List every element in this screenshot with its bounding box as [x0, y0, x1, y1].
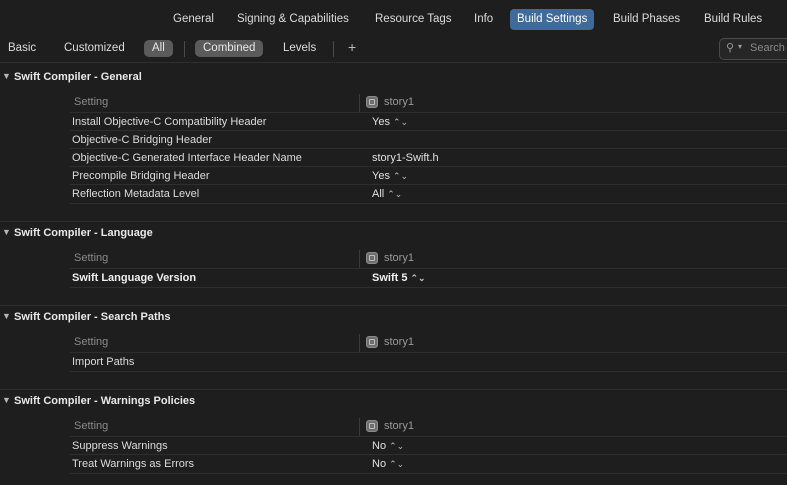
combined-view-button[interactable]: Combined: [195, 40, 264, 57]
column-divider: [359, 418, 360, 436]
setting-name: Install Objective-C Compatibility Header: [72, 116, 267, 128]
tab-build-phases[interactable]: Build Phases: [606, 9, 687, 30]
section-header[interactable]: ▼ Swift Compiler - Search Paths: [0, 308, 787, 328]
column-header-row: Setting story1: [70, 250, 787, 268]
add-setting-button[interactable]: +: [348, 39, 356, 55]
search-placeholder: Search: [750, 42, 785, 54]
disclosure-triangle-icon[interactable]: ▼: [2, 227, 11, 237]
setting-row[interactable]: Objective-C Generated Interface Header N…: [70, 148, 787, 167]
search-field[interactable]: ⚲ ▾ Search: [719, 38, 787, 60]
tab-build-rules[interactable]: Build Rules: [697, 9, 769, 30]
setting-row[interactable]: Suppress Warnings No ⌃⌄: [70, 436, 787, 455]
setting-row[interactable]: Import Paths: [70, 352, 787, 372]
tab-general[interactable]: General: [166, 9, 221, 30]
filter-basic-button[interactable]: Basic: [0, 40, 44, 57]
filter-divider: [184, 41, 185, 57]
stepper-icon: ⌃⌄: [389, 459, 405, 469]
target-icon: [366, 252, 378, 264]
section-title: Swift Compiler - General: [14, 71, 142, 83]
setting-value[interactable]: Swift 5 ⌃⌄: [372, 272, 426, 284]
setting-column-label: Setting: [74, 336, 109, 348]
tab-info[interactable]: Info: [467, 9, 500, 30]
filter-customized-button[interactable]: Customized: [56, 40, 133, 57]
setting-column-label: Setting: [74, 252, 109, 264]
filter-bar: Basic Customized All Combined Levels +: [0, 36, 787, 63]
setting-row[interactable]: Swift Language Version Swift 5 ⌃⌄: [70, 268, 787, 288]
target-icon: [366, 420, 378, 432]
stepper-icon: ⌃⌄: [389, 441, 405, 451]
section-header[interactable]: ▼ Swift Compiler - Warnings Policies: [0, 392, 787, 412]
target-column-label: story1: [384, 252, 414, 264]
chevron-down-icon: ▾: [738, 42, 743, 51]
setting-row[interactable]: Install Objective-C Compatibility Header…: [70, 112, 787, 131]
setting-column-label: Setting: [74, 420, 109, 432]
setting-row[interactable]: Treat Warnings as Errors No ⌃⌄: [70, 454, 787, 474]
stepper-icon: ⌃⌄: [387, 189, 403, 199]
section-divider: [0, 221, 787, 222]
filter-all-button[interactable]: All: [144, 40, 173, 57]
setting-value[interactable]: All ⌃⌄: [372, 188, 402, 200]
column-header-row: Setting story1: [70, 334, 787, 352]
setting-name: Swift Language Version: [72, 272, 197, 284]
search-icon: ⚲: [726, 42, 735, 54]
disclosure-triangle-icon[interactable]: ▼: [2, 71, 11, 81]
build-settings-list: ▼ Swift Compiler - General Setting story…: [0, 62, 787, 485]
section-title: Swift Compiler - Language: [14, 227, 153, 239]
stepper-icon: ⌃⌄: [392, 171, 409, 181]
tab-build-settings[interactable]: Build Settings: [510, 9, 595, 30]
target-column-label: story1: [384, 420, 414, 432]
setting-row[interactable]: Reflection Metadata Level All ⌃⌄: [70, 184, 787, 204]
column-divider: [359, 250, 360, 268]
setting-value[interactable]: No ⌃⌄: [372, 440, 404, 452]
setting-name: Suppress Warnings: [72, 440, 168, 452]
disclosure-triangle-icon[interactable]: ▼: [2, 311, 11, 321]
editor-tab-bar: General Signing & Capabilities Resource …: [0, 0, 787, 36]
column-divider: [359, 334, 360, 352]
tab-resource-tags[interactable]: Resource Tags: [368, 9, 459, 30]
column-header-row: Setting story1: [70, 418, 787, 436]
setting-name: Import Paths: [72, 356, 135, 368]
setting-name: Objective-C Generated Interface Header N…: [72, 152, 302, 164]
target-icon: [366, 96, 378, 108]
setting-value[interactable]: story1-Swift.h: [372, 152, 439, 164]
section-header[interactable]: ▼ Swift Compiler - Language: [0, 224, 787, 244]
disclosure-triangle-icon[interactable]: ▼: [2, 395, 11, 405]
section-divider: [0, 389, 787, 390]
setting-name: Treat Warnings as Errors: [72, 458, 195, 470]
setting-row[interactable]: Precompile Bridging Header Yes ⌃⌄: [70, 166, 787, 185]
column-divider: [359, 94, 360, 112]
filter-divider: [333, 41, 334, 57]
stepper-icon: ⌃⌄: [410, 273, 426, 283]
setting-name: Reflection Metadata Level: [72, 188, 200, 200]
target-column-label: story1: [384, 96, 414, 108]
setting-name: Precompile Bridging Header: [72, 170, 210, 182]
column-header-row: Setting story1: [70, 94, 787, 112]
setting-column-label: Setting: [74, 96, 109, 108]
section-divider: [0, 305, 787, 306]
setting-name: Objective-C Bridging Header: [72, 134, 213, 146]
setting-value[interactable]: Yes ⌃⌄: [372, 116, 408, 128]
target-column-label: story1: [384, 336, 414, 348]
stepper-icon: ⌃⌄: [392, 117, 409, 127]
tab-signing-capabilities[interactable]: Signing & Capabilities: [230, 9, 356, 30]
levels-view-button[interactable]: Levels: [275, 40, 324, 57]
section-title: Swift Compiler - Search Paths: [14, 311, 171, 323]
setting-value[interactable]: Yes ⌃⌄: [372, 170, 408, 182]
section-header[interactable]: ▼ Swift Compiler - General: [0, 68, 787, 88]
target-icon: [366, 336, 378, 348]
section-title: Swift Compiler - Warnings Policies: [14, 395, 196, 407]
setting-value[interactable]: No ⌃⌄: [372, 458, 404, 470]
setting-row[interactable]: Objective-C Bridging Header: [70, 130, 787, 149]
